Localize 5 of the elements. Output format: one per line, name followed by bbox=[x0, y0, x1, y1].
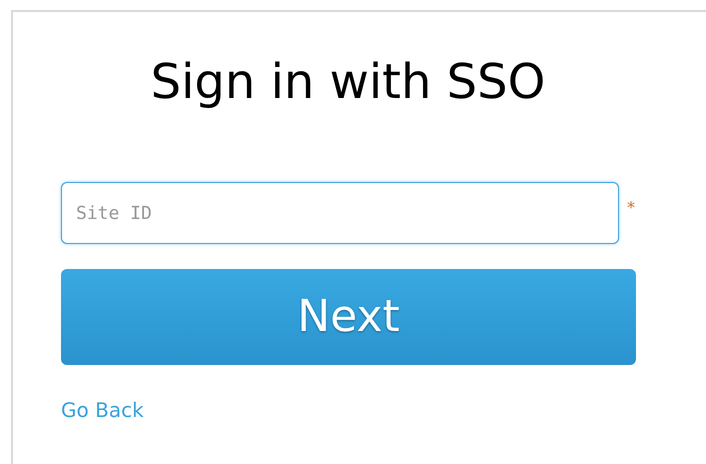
page-title: Sign in with SSO bbox=[150, 53, 546, 112]
site-id-field[interactable]: Site ID bbox=[61, 182, 619, 244]
go-back-link[interactable]: Go Back bbox=[61, 395, 144, 425]
required-mark: * bbox=[627, 197, 635, 219]
next-button[interactable]: Next bbox=[61, 269, 636, 365]
